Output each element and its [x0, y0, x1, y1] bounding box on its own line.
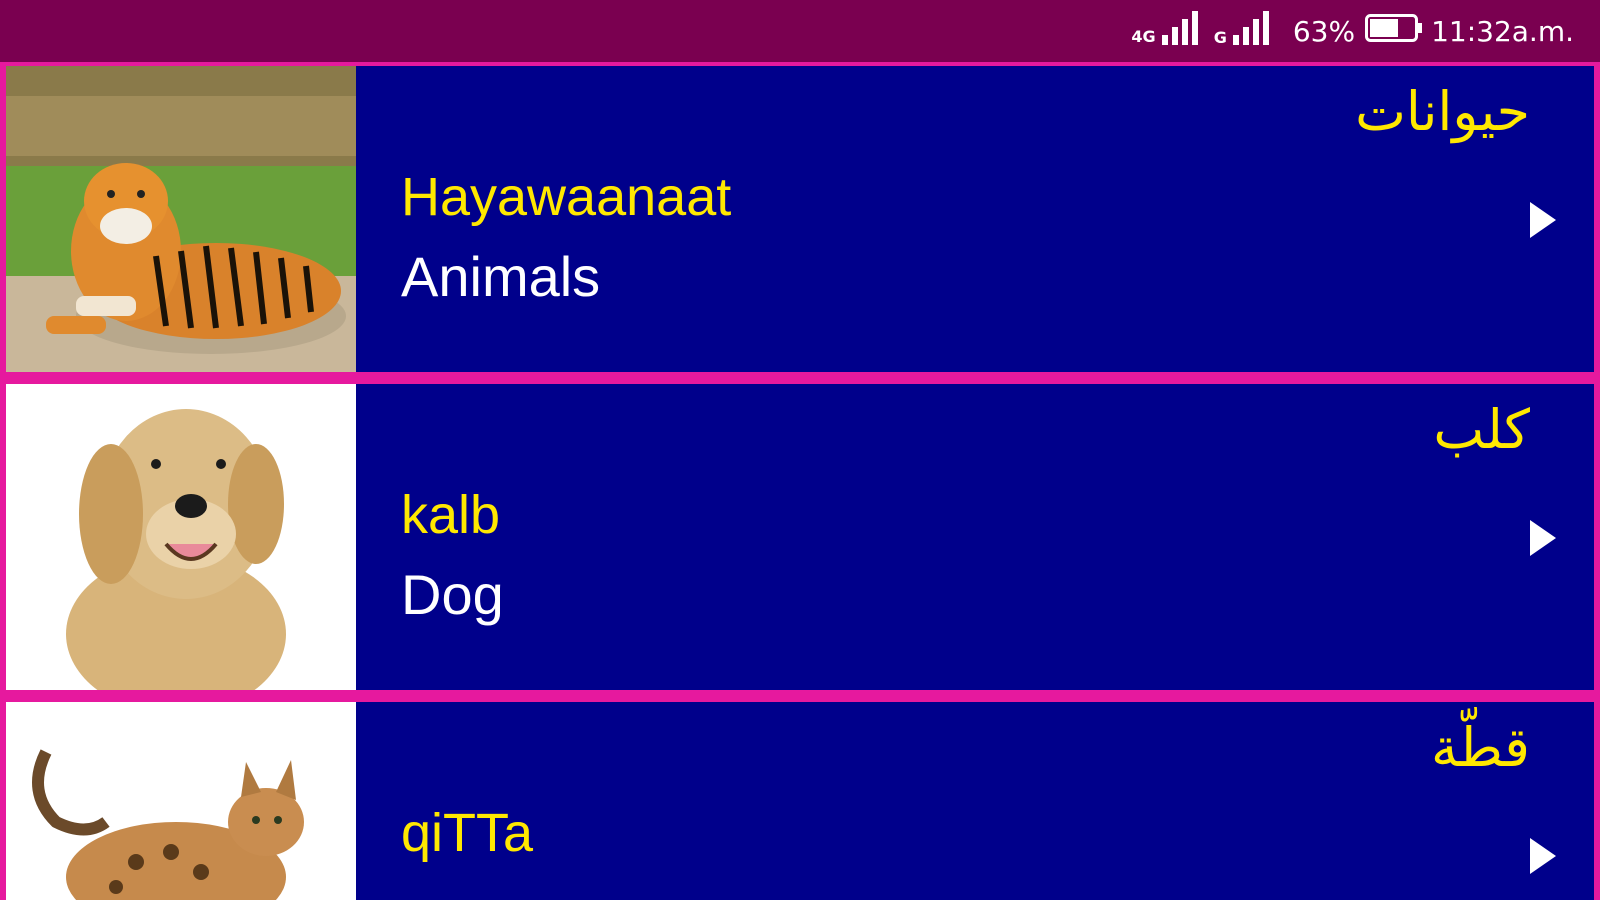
transliteration-text: qiTTa: [401, 803, 534, 863]
battery-icon: [1365, 13, 1423, 50]
clock-time: 11:32a.m.: [1431, 14, 1574, 48]
signal-strength-icon: [1160, 10, 1204, 52]
play-arrow-icon[interactable]: [1530, 520, 1556, 556]
transliteration-text: Hayawaanaat: [401, 167, 732, 227]
dog-image: [6, 384, 356, 690]
arabic-word: حيوانات: [1355, 80, 1530, 143]
list-item-dog[interactable]: كلب kalb Dog: [6, 384, 1594, 690]
play-arrow-icon[interactable]: [1530, 838, 1556, 874]
tiger-image: [6, 66, 356, 372]
arabic-word: قطّة: [1430, 716, 1530, 779]
arabic-word: كلب: [1433, 398, 1530, 461]
signal-strength-2-icon: [1231, 10, 1275, 52]
sim-network-label: G: [1213, 27, 1227, 47]
english-translation: Dog: [401, 563, 504, 626]
play-arrow-icon[interactable]: [1530, 202, 1556, 238]
status-bar: 4G G 63% 11:32a.m.: [0, 0, 1600, 62]
phrase-list: حيوانات Hayawaanaat Animals كلب kalb Dog: [0, 62, 1600, 900]
battery-percent: 63%: [1292, 14, 1356, 48]
list-item-cat[interactable]: قطّة qiTTa: [6, 702, 1594, 900]
network-type-label: 4G: [1131, 26, 1156, 46]
cat-image: [6, 702, 356, 900]
english-translation: Animals: [401, 245, 601, 308]
list-item-animals[interactable]: حيوانات Hayawaanaat Animals: [6, 66, 1594, 372]
transliteration-text: kalb: [401, 485, 501, 545]
